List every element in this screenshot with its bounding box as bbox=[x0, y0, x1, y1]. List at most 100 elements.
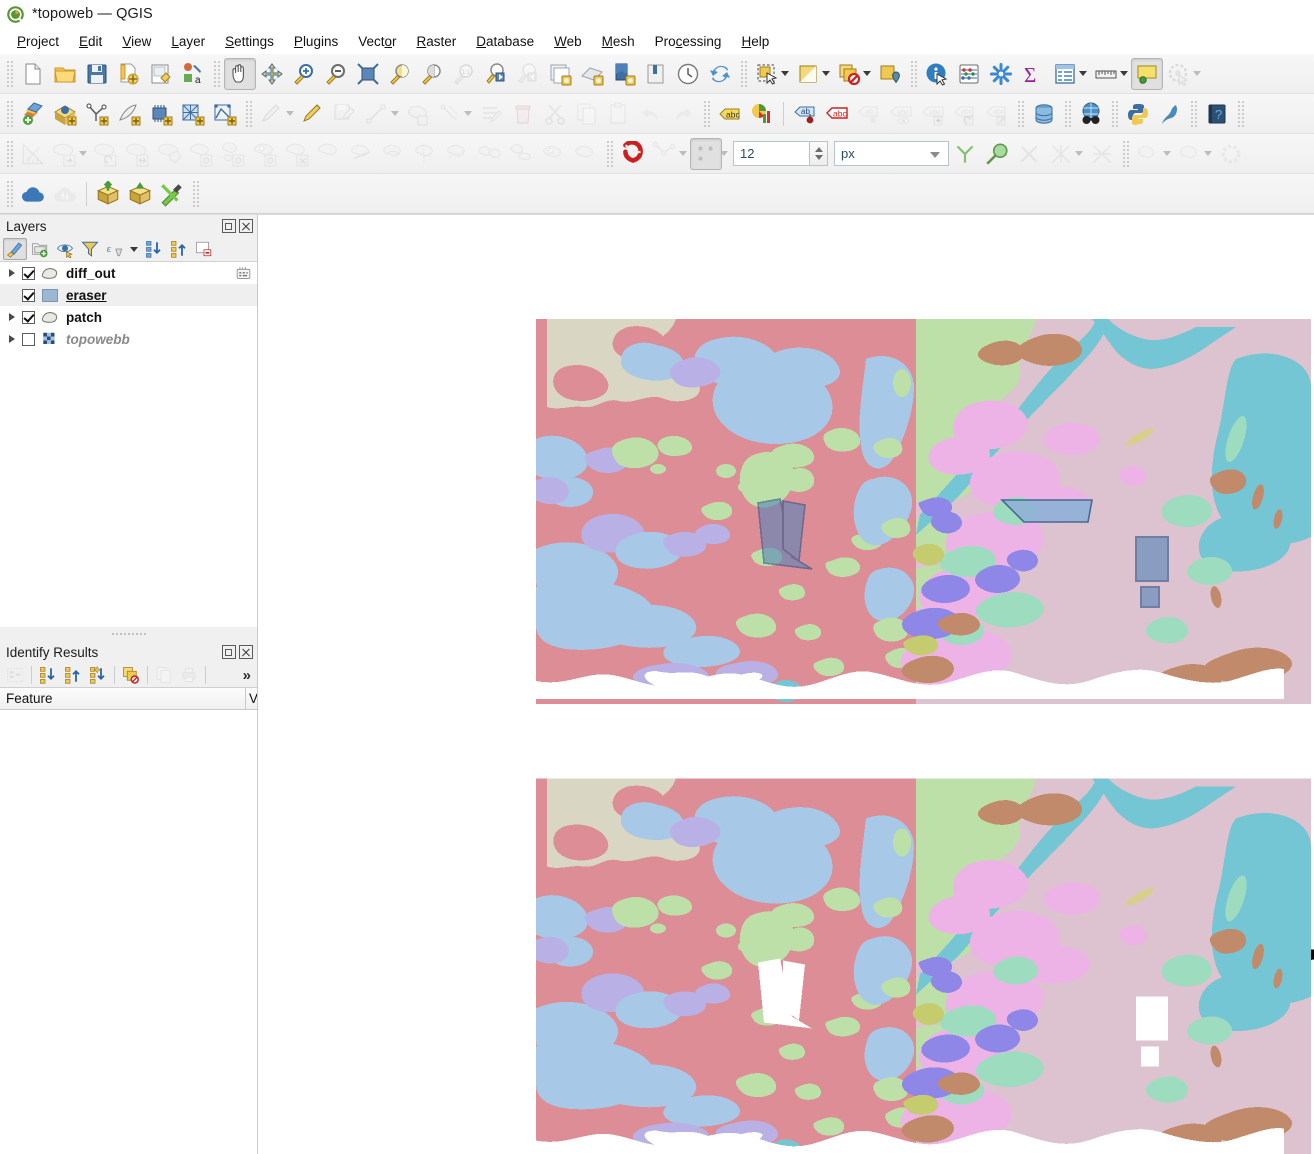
fill-ring-button[interactable] bbox=[250, 138, 282, 170]
no-intersection-button[interactable] bbox=[1013, 138, 1045, 170]
layer-labeling-button[interactable]: abc bbox=[714, 98, 746, 130]
paste-features-button[interactable] bbox=[603, 98, 635, 130]
toolbar-grip[interactable] bbox=[5, 100, 14, 127]
menu-project[interactable]: Project bbox=[8, 31, 68, 52]
filter-legend-button[interactable] bbox=[78, 238, 102, 260]
add-postgis-layer-button[interactable] bbox=[145, 98, 177, 130]
new-layout-button[interactable] bbox=[608, 58, 640, 90]
plugin-manager-button[interactable] bbox=[124, 178, 156, 210]
show-hide-labels-button[interactable]: abc bbox=[885, 98, 917, 130]
layer-tree[interactable]: diff_out eraser patch topowebb bbox=[0, 261, 257, 627]
zoom-out-button[interactable] bbox=[320, 58, 352, 90]
print-results-button[interactable] bbox=[177, 664, 201, 686]
menu-view[interactable]: View bbox=[113, 31, 160, 52]
remove-layer-button[interactable] bbox=[192, 238, 216, 260]
snapping-mode-button[interactable] bbox=[690, 137, 722, 170]
scale-feature-button[interactable] bbox=[122, 138, 154, 170]
layer-visibility-checkbox[interactable] bbox=[22, 288, 35, 302]
zoom-to-layer-button[interactable] bbox=[416, 58, 448, 90]
enable-tracing-button[interactable] bbox=[981, 138, 1013, 170]
move-feature-button[interactable] bbox=[49, 138, 81, 170]
redo-button[interactable] bbox=[667, 98, 699, 130]
statistical-summary-button[interactable] bbox=[953, 58, 985, 90]
menu-help[interactable]: Help bbox=[732, 31, 778, 52]
open-layer-styling-panel-button[interactable] bbox=[3, 238, 27, 260]
modify-attributes-button[interactable] bbox=[475, 98, 507, 130]
save-layer-edits-button[interactable] bbox=[329, 98, 361, 130]
map-canvas[interactable] bbox=[258, 215, 1314, 1154]
style-manager-button[interactable]: a bbox=[177, 58, 209, 90]
vertex-tool-button[interactable] bbox=[434, 98, 466, 130]
snapping-tolerance-spin-buttons[interactable] bbox=[809, 141, 828, 166]
copy-features-button[interactable] bbox=[571, 98, 603, 130]
delete-ring-button[interactable] bbox=[282, 138, 314, 170]
zoom-last-button[interactable] bbox=[480, 58, 512, 90]
dock-splitter-handle[interactable] bbox=[0, 627, 257, 641]
spin-up-icon[interactable] bbox=[814, 147, 823, 152]
add-part-button[interactable] bbox=[218, 138, 250, 170]
field-calculator-button[interactable]: Σ bbox=[1017, 58, 1049, 90]
toolbar-grip[interactable] bbox=[1236, 100, 1245, 127]
identify-features-button[interactable] bbox=[921, 58, 953, 90]
expand-all-results-button[interactable] bbox=[36, 664, 60, 686]
add-mesh-layer-button[interactable] bbox=[81, 98, 113, 130]
change-label-button[interactable]: abc bbox=[917, 98, 949, 130]
help-contents-button[interactable]: ? bbox=[1201, 98, 1233, 130]
split-features-button[interactable] bbox=[410, 138, 442, 170]
zoom-to-selection-button[interactable] bbox=[384, 58, 416, 90]
zoom-full-button[interactable] bbox=[352, 58, 384, 90]
snapping-tolerance-stepper[interactable] bbox=[733, 141, 828, 166]
toolbar-grip[interactable] bbox=[702, 100, 711, 127]
edit-label-button[interactable]: abc bbox=[981, 98, 1013, 130]
menu-settings[interactable]: Settings bbox=[216, 31, 283, 52]
add-vector-tile-layer-button[interactable] bbox=[209, 98, 241, 130]
toolbar-grip[interactable] bbox=[5, 140, 14, 167]
pan-to-selection-button[interactable] bbox=[256, 58, 288, 90]
eraser-polygon-overlay[interactable] bbox=[1000, 498, 1094, 524]
reshape-features-button[interactable] bbox=[346, 138, 378, 170]
topological-editing-button[interactable] bbox=[649, 138, 681, 170]
delete-selected-button[interactable] bbox=[507, 98, 539, 130]
metasearch-button[interactable] bbox=[1075, 98, 1107, 130]
plugin-install-button[interactable] bbox=[92, 178, 124, 210]
toolbar-grip[interactable] bbox=[909, 60, 918, 87]
offset-point-symbol-button[interactable] bbox=[570, 138, 602, 170]
split-parts-button[interactable] bbox=[442, 138, 474, 170]
cut-features-button[interactable] bbox=[539, 98, 571, 130]
layer-visibility-checkbox[interactable] bbox=[22, 310, 35, 324]
highlight-labels-button[interactable]: abc bbox=[821, 98, 853, 130]
column-header-value[interactable]: Value bbox=[245, 687, 257, 710]
layer-tree-item-diff_out[interactable]: diff_out bbox=[0, 262, 257, 284]
expander-icon[interactable] bbox=[4, 306, 20, 328]
select-by-value-button[interactable] bbox=[792, 58, 824, 90]
processing-select-button[interactable] bbox=[1174, 138, 1206, 170]
zoom-next-button[interactable] bbox=[512, 58, 544, 90]
move-label-button[interactable]: ab bbox=[853, 98, 885, 130]
layer-tree-item-patch[interactable]: patch bbox=[0, 306, 257, 328]
spin-down-icon[interactable] bbox=[814, 155, 823, 160]
toolbar-grip[interactable] bbox=[212, 60, 221, 87]
save-project-button[interactable] bbox=[81, 58, 113, 90]
self-intersection-button[interactable] bbox=[1045, 138, 1077, 170]
toolbar-grip[interactable] bbox=[5, 180, 14, 207]
merge-attributes-button[interactable] bbox=[506, 138, 538, 170]
snapping-options-button[interactable] bbox=[1215, 138, 1247, 170]
annotation-button[interactable] bbox=[1163, 58, 1195, 90]
toolbar-grip[interactable] bbox=[5, 60, 14, 87]
save-project-as-button[interactable] bbox=[113, 58, 145, 90]
expander-icon[interactable] bbox=[4, 328, 20, 350]
menu-edit[interactable]: Edit bbox=[70, 31, 111, 52]
plugin-tools-button[interactable] bbox=[156, 178, 188, 210]
identify-results-table[interactable]: Feature Value bbox=[0, 687, 257, 1154]
filter-legend-by-expression-button[interactable]: ε bbox=[103, 238, 127, 260]
manage-map-themes-button[interactable] bbox=[53, 238, 77, 260]
new-project-button[interactable] bbox=[17, 58, 49, 90]
refresh-button[interactable] bbox=[704, 58, 736, 90]
python-console-button[interactable] bbox=[1122, 98, 1154, 130]
close-dock-button[interactable] bbox=[239, 219, 253, 233]
map-before-erase[interactable] bbox=[536, 319, 1311, 704]
geometry-check-button[interactable] bbox=[1086, 138, 1118, 170]
options-button[interactable] bbox=[985, 58, 1017, 90]
toolbar-grip[interactable] bbox=[1016, 100, 1025, 127]
memory-layer-badge[interactable] bbox=[235, 265, 252, 282]
